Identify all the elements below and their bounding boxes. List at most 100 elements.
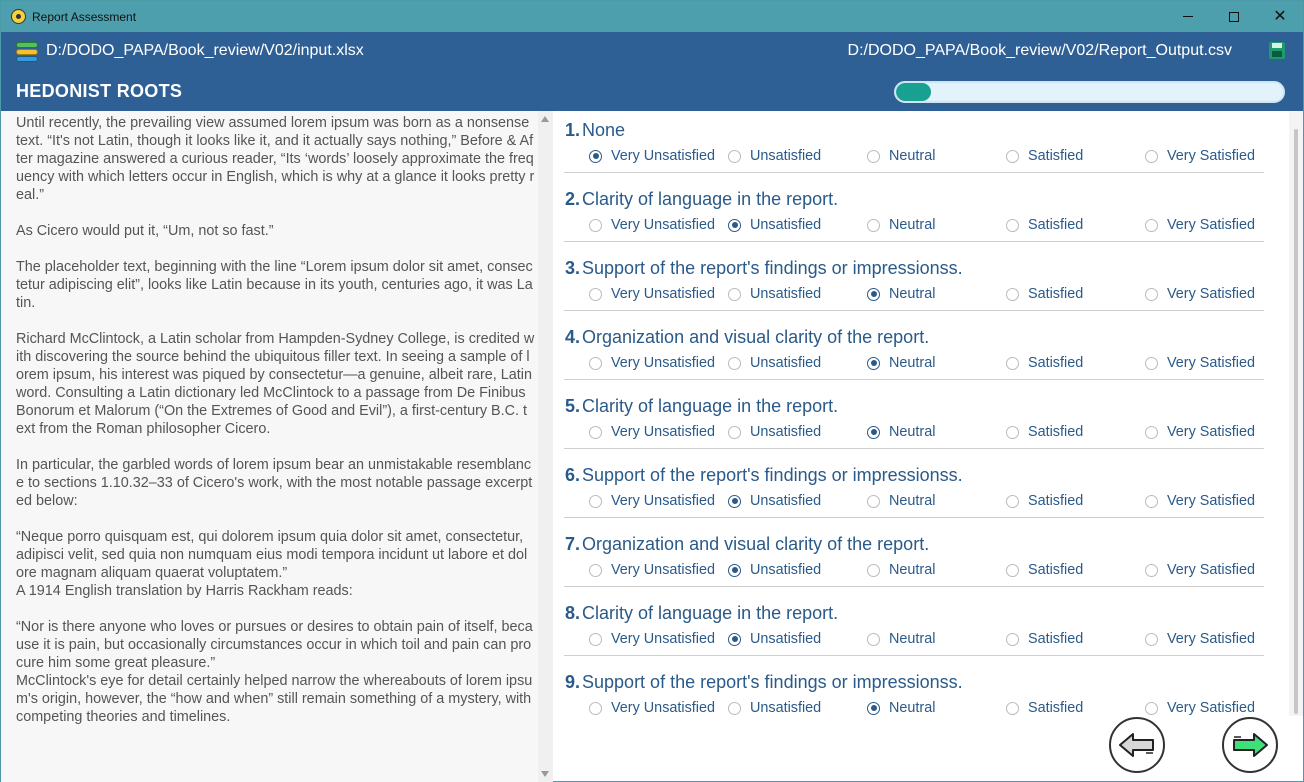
radio-unchecked-icon[interactable] xyxy=(728,287,741,301)
radio-unchecked-icon[interactable] xyxy=(589,356,602,370)
rating-option[interactable]: Very Unsatisfied xyxy=(589,562,715,578)
rating-option[interactable]: Very Unsatisfied xyxy=(589,493,715,509)
rating-option[interactable]: Unsatisfied xyxy=(728,217,821,233)
rating-option[interactable]: Satisfied xyxy=(1006,700,1083,716)
rating-option[interactable]: Unsatisfied xyxy=(728,493,821,509)
radio-checked-icon[interactable] xyxy=(728,218,741,232)
rating-option[interactable]: Satisfied xyxy=(1006,148,1083,164)
rating-option[interactable]: Very Unsatisfied xyxy=(589,700,715,716)
radio-unchecked-icon[interactable] xyxy=(1145,287,1158,301)
radio-unchecked-icon[interactable] xyxy=(589,287,602,301)
rating-option[interactable]: Neutral xyxy=(867,355,935,371)
radio-unchecked-icon[interactable] xyxy=(1006,149,1019,163)
radio-checked-icon[interactable] xyxy=(589,149,602,163)
rating-option[interactable]: Very Satisfied xyxy=(1145,355,1255,371)
radio-unchecked-icon[interactable] xyxy=(728,356,741,370)
rating-option[interactable]: Very Unsatisfied xyxy=(589,217,715,233)
rating-option[interactable]: Unsatisfied xyxy=(728,700,821,716)
rating-option[interactable]: Neutral xyxy=(867,631,935,647)
radio-unchecked-icon[interactable] xyxy=(867,563,880,577)
rating-option[interactable]: Very Unsatisfied xyxy=(589,148,715,164)
radio-unchecked-icon[interactable] xyxy=(1145,632,1158,646)
article-scrollbar[interactable] xyxy=(538,111,553,782)
radio-unchecked-icon[interactable] xyxy=(589,632,602,646)
radio-unchecked-icon[interactable] xyxy=(1006,563,1019,577)
output-file-path[interactable]: D:/DODO_PAPA/Book_review/V02/Report_Outp… xyxy=(848,42,1232,60)
radio-unchecked-icon[interactable] xyxy=(1006,701,1019,715)
rating-option[interactable]: Unsatisfied xyxy=(728,355,821,371)
radio-unchecked-icon[interactable] xyxy=(1145,563,1158,577)
rating-option[interactable]: Very Unsatisfied xyxy=(589,286,715,302)
next-button[interactable] xyxy=(1222,717,1278,773)
rating-option[interactable]: Satisfied xyxy=(1006,286,1083,302)
radio-unchecked-icon[interactable] xyxy=(1145,218,1158,232)
radio-unchecked-icon[interactable] xyxy=(589,563,602,577)
scroll-down-icon[interactable] xyxy=(541,771,549,777)
scrollbar-thumb[interactable] xyxy=(1294,129,1298,714)
rating-option[interactable]: Satisfied xyxy=(1006,562,1083,578)
rating-option[interactable]: Unsatisfied xyxy=(728,424,821,440)
radio-unchecked-icon[interactable] xyxy=(589,218,602,232)
radio-checked-icon[interactable] xyxy=(867,356,880,370)
radio-unchecked-icon[interactable] xyxy=(728,701,741,715)
input-file-path[interactable]: D:/DODO_PAPA/Book_review/V02/input.xlsx xyxy=(46,42,364,60)
radio-unchecked-icon[interactable] xyxy=(867,218,880,232)
rating-option[interactable]: Neutral xyxy=(867,562,935,578)
rating-option[interactable]: Satisfied xyxy=(1006,217,1083,233)
rating-option[interactable]: Unsatisfied xyxy=(728,562,821,578)
radio-unchecked-icon[interactable] xyxy=(1145,701,1158,715)
radio-unchecked-icon[interactable] xyxy=(867,149,880,163)
rating-option[interactable]: Very Satisfied xyxy=(1145,493,1255,509)
radio-checked-icon[interactable] xyxy=(728,632,741,646)
rating-option[interactable]: Very Satisfied xyxy=(1145,562,1255,578)
radio-unchecked-icon[interactable] xyxy=(1006,425,1019,439)
radio-unchecked-icon[interactable] xyxy=(1145,356,1158,370)
rating-option[interactable]: Very Unsatisfied xyxy=(589,355,715,371)
rating-option[interactable]: Unsatisfied xyxy=(728,148,821,164)
previous-button[interactable] xyxy=(1109,717,1165,773)
radio-unchecked-icon[interactable] xyxy=(867,494,880,508)
rating-option[interactable]: Satisfied xyxy=(1006,493,1083,509)
radio-checked-icon[interactable] xyxy=(728,563,741,577)
radio-unchecked-icon[interactable] xyxy=(1006,356,1019,370)
radio-unchecked-icon[interactable] xyxy=(1145,494,1158,508)
radio-checked-icon[interactable] xyxy=(867,425,880,439)
close-button[interactable]: ✕ xyxy=(1257,1,1303,32)
rating-option[interactable]: Very Satisfied xyxy=(1145,217,1255,233)
scroll-up-icon[interactable] xyxy=(541,116,549,122)
rating-option[interactable]: Neutral xyxy=(867,148,935,164)
radio-unchecked-icon[interactable] xyxy=(1006,494,1019,508)
database-icon[interactable] xyxy=(16,42,38,62)
rating-option[interactable]: Satisfied xyxy=(1006,424,1083,440)
rating-option[interactable]: Very Unsatisfied xyxy=(589,424,715,440)
minimize-button[interactable] xyxy=(1165,1,1211,32)
radio-unchecked-icon[interactable] xyxy=(589,425,602,439)
radio-unchecked-icon[interactable] xyxy=(1145,425,1158,439)
rating-option[interactable]: Very Unsatisfied xyxy=(589,631,715,647)
rating-option[interactable]: Neutral xyxy=(867,700,935,716)
radio-unchecked-icon[interactable] xyxy=(1006,218,1019,232)
radio-unchecked-icon[interactable] xyxy=(589,701,602,715)
rating-option[interactable]: Neutral xyxy=(867,424,935,440)
rating-option[interactable]: Neutral xyxy=(867,493,935,509)
radio-unchecked-icon[interactable] xyxy=(867,632,880,646)
radio-unchecked-icon[interactable] xyxy=(1006,287,1019,301)
radio-unchecked-icon[interactable] xyxy=(728,425,741,439)
rating-option[interactable]: Neutral xyxy=(867,286,935,302)
radio-checked-icon[interactable] xyxy=(867,701,880,715)
rating-option[interactable]: Very Satisfied xyxy=(1145,286,1255,302)
radio-unchecked-icon[interactable] xyxy=(1006,632,1019,646)
rating-option[interactable]: Unsatisfied xyxy=(728,631,821,647)
radio-checked-icon[interactable] xyxy=(728,494,741,508)
radio-unchecked-icon[interactable] xyxy=(1145,149,1158,163)
rating-option[interactable]: Very Satisfied xyxy=(1145,700,1255,716)
rating-option[interactable]: Satisfied xyxy=(1006,355,1083,371)
rating-option[interactable]: Unsatisfied xyxy=(728,286,821,302)
maximize-button[interactable] xyxy=(1211,1,1257,32)
radio-checked-icon[interactable] xyxy=(867,287,880,301)
radio-unchecked-icon[interactable] xyxy=(728,149,741,163)
questions-scrollbar[interactable] xyxy=(1289,111,1303,716)
rating-option[interactable]: Very Satisfied xyxy=(1145,424,1255,440)
rating-option[interactable]: Neutral xyxy=(867,217,935,233)
rating-option[interactable]: Very Satisfied xyxy=(1145,148,1255,164)
